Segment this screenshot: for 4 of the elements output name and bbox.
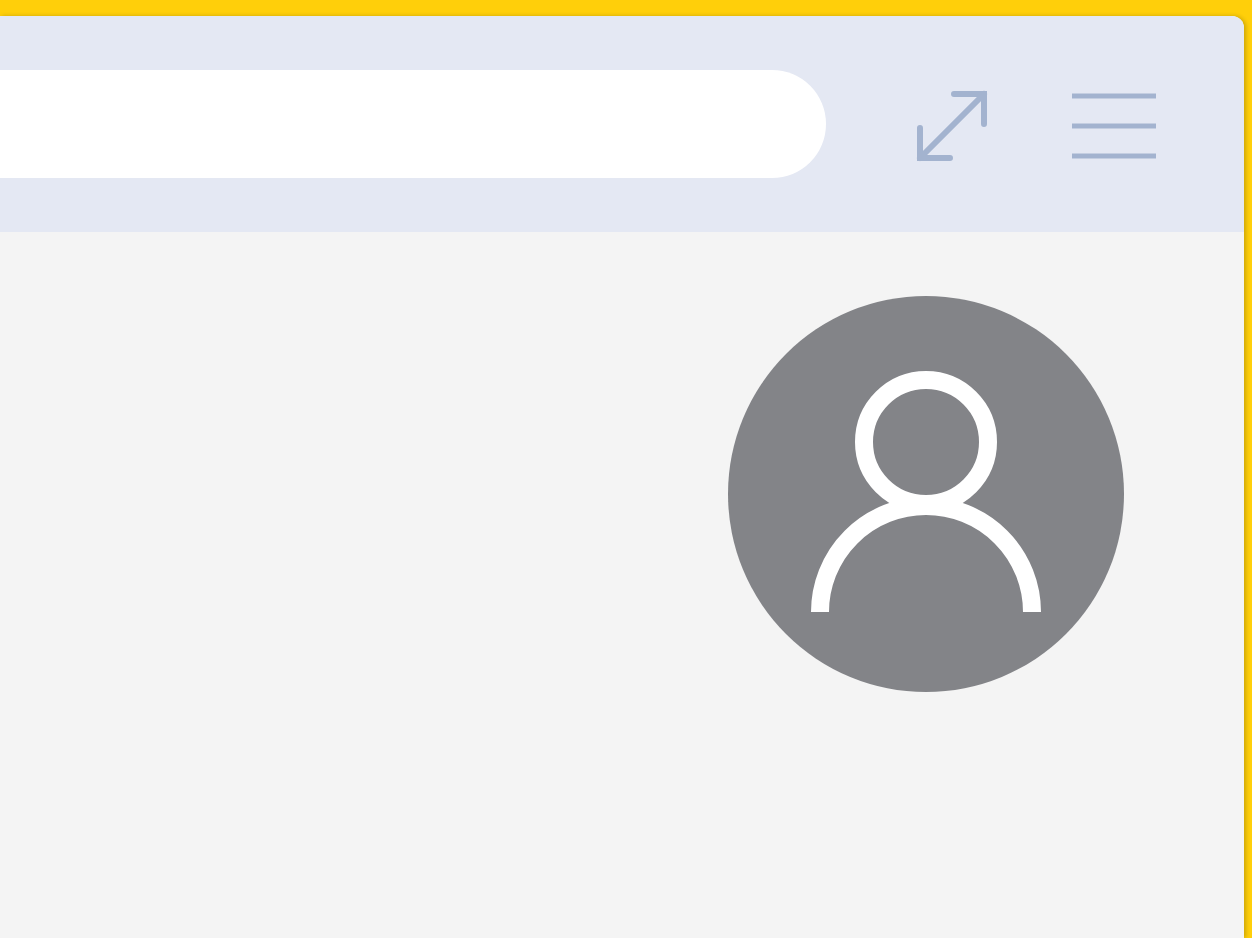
menu-icon[interactable] [1070, 92, 1158, 160]
expand-icon[interactable] [914, 88, 990, 164]
address-field[interactable] [0, 70, 826, 178]
avatar-icon [728, 296, 1124, 692]
